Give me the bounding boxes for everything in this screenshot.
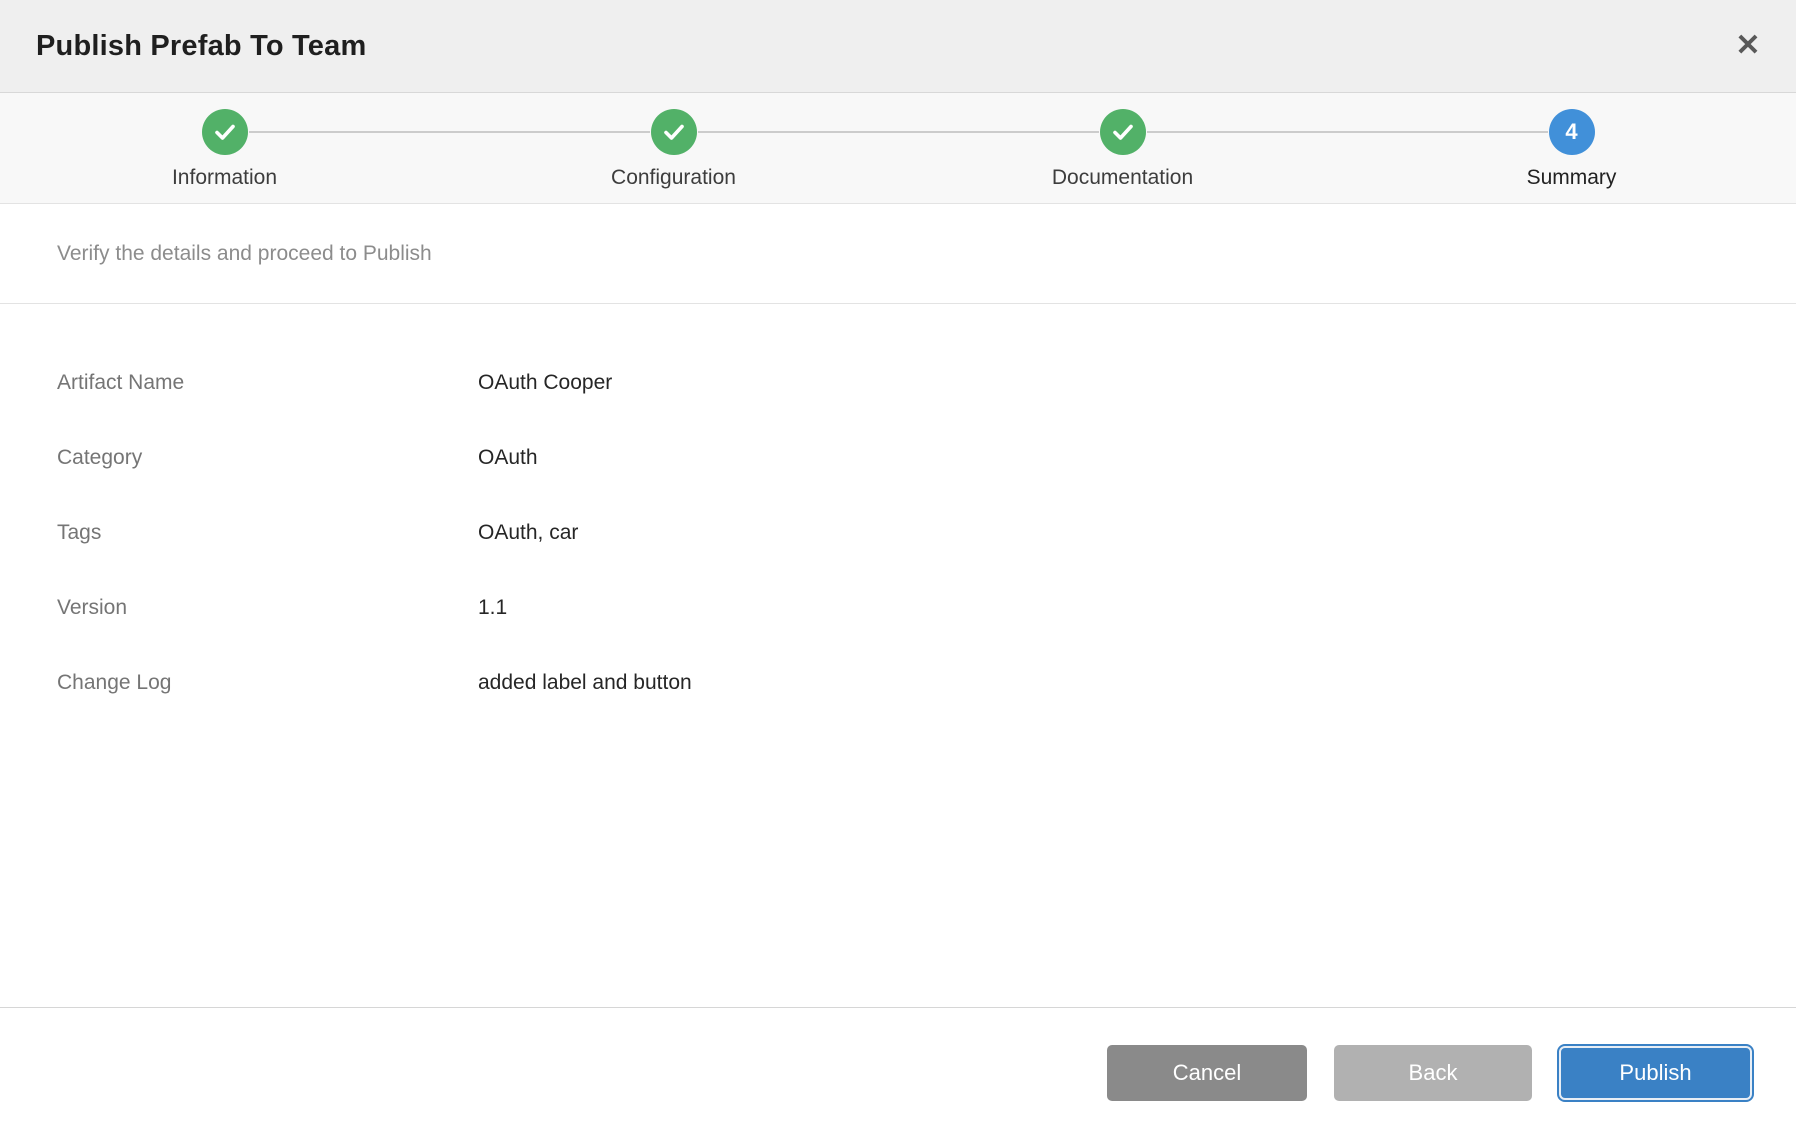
field-label: Version: [57, 596, 478, 620]
field-value: OAuth, car: [478, 521, 578, 545]
dialog-footer: Cancel Back Publish: [0, 1007, 1796, 1138]
wizard-stepper: Information Configuration Documentation …: [0, 93, 1796, 204]
summary-field-row: Tags OAuth, car: [57, 495, 1796, 570]
step-number: 4: [1565, 119, 1577, 145]
stepper-step-documentation[interactable]: Documentation: [898, 93, 1347, 203]
cancel-button[interactable]: Cancel: [1107, 1045, 1307, 1101]
field-value: 1.1: [478, 596, 507, 620]
back-button[interactable]: Back: [1334, 1045, 1532, 1101]
publish-button[interactable]: Publish: [1559, 1046, 1752, 1100]
close-icon: ✕: [1735, 31, 1760, 61]
step-active-circle: 4: [1549, 109, 1595, 155]
check-icon: [213, 120, 237, 144]
field-value: OAuth Cooper: [478, 371, 612, 395]
summary-field-row: Change Log added label and button: [57, 645, 1796, 720]
summary-field-row: Version 1.1: [57, 570, 1796, 645]
page-title: Publish Prefab To Team: [36, 30, 366, 63]
publish-prefab-dialog: Publish Prefab To Team ✕ Information Con…: [0, 0, 1796, 1138]
step-description-bar: Verify the details and proceed to Publis…: [0, 204, 1796, 304]
step-label: Information: [172, 166, 277, 190]
field-value: added label and button: [478, 671, 692, 695]
stepper-step-configuration[interactable]: Configuration: [449, 93, 898, 203]
step-complete-circle: [651, 109, 697, 155]
field-label: Category: [57, 446, 478, 470]
summary-field-row: Category OAuth: [57, 420, 1796, 495]
summary-field-row: Artifact Name OAuth Cooper: [57, 345, 1796, 420]
summary-fields: Artifact Name OAuth Cooper Category OAut…: [0, 304, 1796, 1007]
step-label: Summary: [1527, 166, 1617, 190]
step-label: Configuration: [611, 166, 736, 190]
field-label: Tags: [57, 521, 478, 545]
step-description: Verify the details and proceed to Publis…: [57, 242, 432, 266]
check-icon: [662, 120, 686, 144]
field-label: Change Log: [57, 671, 478, 695]
stepper-step-summary[interactable]: 4 Summary: [1347, 93, 1796, 203]
dialog-header: Publish Prefab To Team ✕: [0, 0, 1796, 93]
stepper-step-information[interactable]: Information: [0, 93, 449, 203]
step-complete-circle: [202, 109, 248, 155]
close-button[interactable]: ✕: [1726, 24, 1770, 68]
check-icon: [1111, 120, 1135, 144]
step-complete-circle: [1100, 109, 1146, 155]
field-value: OAuth: [478, 446, 538, 470]
step-label: Documentation: [1052, 166, 1193, 190]
field-label: Artifact Name: [57, 371, 478, 395]
